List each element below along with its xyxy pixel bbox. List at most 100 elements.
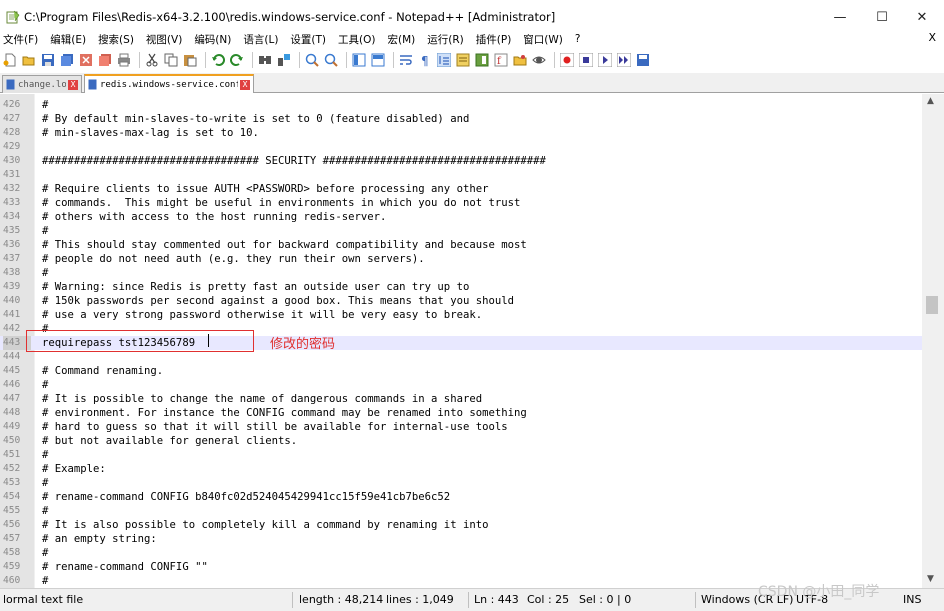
line-text: # It is possible to change the name of d… (42, 393, 483, 405)
tab-close-icon[interactable]: X (68, 79, 78, 90)
close-icon[interactable] (78, 52, 94, 68)
menu-window[interactable]: 窗口(W) (518, 32, 570, 47)
menu-tools[interactable]: 工具(O) (333, 32, 382, 47)
record-macro-icon[interactable] (559, 52, 575, 68)
line-text: # (42, 477, 49, 489)
find-icon[interactable] (257, 52, 273, 68)
udl-icon[interactable] (455, 52, 471, 68)
minimize-button[interactable]: — (818, 0, 862, 34)
editor-line[interactable]: 456 # It is also possible to completely k… (0, 518, 922, 532)
menu-view[interactable]: 视图(V) (141, 32, 189, 47)
editor-line[interactable]: 432 # Require clients to issue AUTH <PASS… (0, 182, 922, 196)
menu-edit[interactable]: 编辑(E) (45, 32, 93, 47)
undo-icon[interactable] (210, 52, 226, 68)
editor-line[interactable]: 447 # It is possible to change the name o… (0, 392, 922, 406)
line-text: ################################## SECUR… (42, 155, 546, 167)
editor-line[interactable]: 437 # people do not need auth (e.g. they … (0, 252, 922, 266)
menu-language[interactable]: 语言(L) (238, 32, 285, 47)
menu-search[interactable]: 搜索(S) (93, 32, 141, 47)
editor-line[interactable]: 453 # (0, 476, 922, 490)
editor-line[interactable]: 455 # (0, 504, 922, 518)
editor-line[interactable]: 450 # but not available for general clien… (0, 434, 922, 448)
menu-macro[interactable]: 宏(M) (383, 32, 423, 47)
menu-plugins[interactable]: 插件(P) (471, 32, 519, 47)
doc-map-icon[interactable] (474, 52, 490, 68)
monitor-icon[interactable] (531, 52, 547, 68)
close-window-button[interactable]: ✕ (900, 0, 944, 34)
editor-line[interactable]: 444 (0, 350, 922, 364)
editor-line[interactable]: 427 # By default min-slaves-to-write is s… (0, 112, 922, 126)
editor-line[interactable]: 428 # min-slaves-max-lag is set to 10. (0, 126, 922, 140)
editor-line[interactable]: 441 # use a very strong password otherwis… (0, 308, 922, 322)
editor-line[interactable]: 430 ################################## SE… (0, 154, 922, 168)
editor-line[interactable]: 448 # environment. For instance the CONFI… (0, 406, 922, 420)
menu-help[interactable]: ? (570, 33, 588, 45)
editor-line[interactable]: 436 # This should stay commented out for … (0, 238, 922, 252)
line-number: 448 (3, 407, 21, 418)
toolbar-separator (205, 52, 206, 68)
new-file-icon[interactable] (2, 52, 18, 68)
zoom-out-icon[interactable] (323, 52, 339, 68)
status-line-number: Ln : 443 (474, 593, 519, 606)
editor-line[interactable]: 429 (0, 140, 922, 154)
redo-icon[interactable] (229, 52, 245, 68)
vertical-scrollbar[interactable]: ▲ ▼ (922, 94, 944, 588)
indent-guide-icon[interactable] (436, 52, 452, 68)
sync-v-icon[interactable] (351, 52, 367, 68)
text-editor[interactable]: 426 #427 # By default min-slaves-to-write … (0, 94, 922, 588)
func-list-icon[interactable]: f (493, 52, 509, 68)
tab-close-icon[interactable]: X (240, 79, 250, 90)
folder-workspace-icon[interactable] (512, 52, 528, 68)
editor-line[interactable]: 449 # hard to guess so that it will still… (0, 420, 922, 434)
editor-line[interactable]: 435 # (0, 224, 922, 238)
paste-icon[interactable] (182, 52, 198, 68)
scroll-down-icon[interactable]: ▼ (927, 574, 934, 584)
maximize-button[interactable]: ☐ (860, 0, 904, 34)
menu-bar: 文件(F) 编辑(E) 搜索(S) 视图(V) 编码(N) 语言(L) 设置(T… (0, 30, 944, 48)
scrollbar-thumb[interactable] (926, 296, 938, 314)
editor-line[interactable]: 426 # (0, 98, 922, 112)
editor-line[interactable]: 434 # others with access to the host runn… (0, 210, 922, 224)
editor-line[interactable]: 433 # commands. This might be useful in e… (0, 196, 922, 210)
editor-line[interactable]: 438 # (0, 266, 922, 280)
save-macro-icon[interactable] (635, 52, 651, 68)
line-text: # but not available for general clients. (42, 435, 298, 447)
menu-settings[interactable]: 设置(T) (285, 32, 333, 47)
document-icon (6, 79, 15, 90)
close-all-icon[interactable] (97, 52, 113, 68)
tab-change-log[interactable]: change.log X (2, 75, 82, 93)
editor-line[interactable]: 457 # an empty string: (0, 532, 922, 546)
all-chars-icon[interactable]: ¶ (417, 52, 433, 68)
stop-macro-icon[interactable] (578, 52, 594, 68)
editor-line[interactable]: 431 (0, 168, 922, 182)
editor-line[interactable]: 451 # (0, 448, 922, 462)
editor-line[interactable]: 458 # (0, 546, 922, 560)
replace-icon[interactable] (276, 52, 292, 68)
status-insert-mode[interactable]: INS (903, 593, 921, 606)
open-file-icon[interactable] (21, 52, 37, 68)
play-macro-icon[interactable] (597, 52, 613, 68)
editor-line[interactable]: 454 # rename-command CONFIG b840fc02d5240… (0, 490, 922, 504)
scroll-up-icon[interactable]: ▲ (927, 96, 934, 106)
editor-line[interactable]: 446 # (0, 378, 922, 392)
menu-file[interactable]: 文件(F) (0, 32, 45, 47)
close-document-button[interactable]: X (928, 31, 936, 44)
text-caret (208, 334, 209, 347)
sync-h-icon[interactable] (370, 52, 386, 68)
editor-line[interactable]: 439 # Warning: since Redis is pretty fast… (0, 280, 922, 294)
editor-line[interactable]: 452 # Example: (0, 462, 922, 476)
save-icon[interactable] (40, 52, 56, 68)
editor-line[interactable]: 440 # 150k passwords per second against a… (0, 294, 922, 308)
save-all-icon[interactable] (59, 52, 75, 68)
editor-line[interactable]: 459 # rename-command CONFIG "" (0, 560, 922, 574)
menu-encoding[interactable]: 编码(N) (189, 32, 238, 47)
editor-line[interactable]: 445 # Command renaming. (0, 364, 922, 378)
copy-icon[interactable] (163, 52, 179, 68)
run-macro-icon[interactable] (616, 52, 632, 68)
menu-run[interactable]: 运行(R) (422, 32, 471, 47)
cut-icon[interactable] (144, 52, 160, 68)
zoom-in-icon[interactable] (304, 52, 320, 68)
wrap-icon[interactable] (398, 52, 414, 68)
tab-redis-conf[interactable]: redis.windows-service.conf X (84, 74, 254, 93)
print-icon[interactable] (116, 52, 132, 68)
